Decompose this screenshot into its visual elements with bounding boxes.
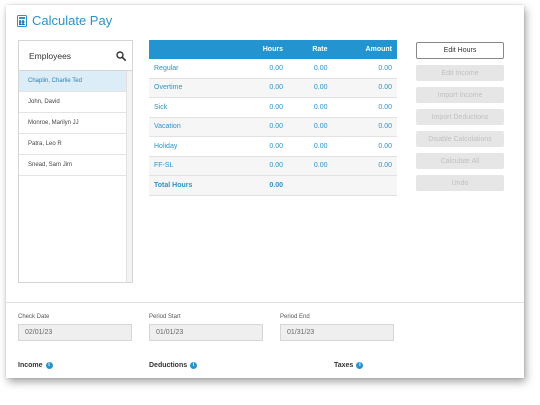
pay-table-header-row: Hours Rate Amount [149,40,397,59]
total-hours-cell: 0.00 [234,175,288,196]
rate-cell: 0.00 [287,136,333,157]
column-header-type [149,40,235,59]
hours-cell: 0.00 [234,117,288,137]
period-start-field[interactable]: 01/01/23 [149,324,263,341]
calculate-pay-window: Calculate Pay Employees Chaplin, Charlie… [6,5,524,378]
row-label: Regular [149,59,235,79]
check-date-label: Check Date [18,314,50,320]
employee-item[interactable]: Snead, Sam Jim [19,155,132,176]
taxes-title-text: Taxes [334,362,354,369]
amount-cell: 0.00 [332,156,397,176]
search-icon[interactable] [116,50,126,61]
table-row[interactable]: FF-SL 0.00 0.00 0.00 [149,156,397,176]
table-row[interactable]: Holiday 0.00 0.00 0.00 [149,136,397,157]
row-label: Vacation [149,117,235,137]
row-label: Holiday [149,136,235,157]
import-income-button[interactable]: Import Income [416,87,504,103]
rate-cell: 0.00 [287,117,333,137]
total-label: Total Hours [149,175,235,196]
calculator-icon [17,14,27,27]
info-icon[interactable]: i [190,362,198,369]
employee-list-scrollbar[interactable] [126,71,132,282]
taxes-section-title: Taxes i [334,362,364,369]
deductions-section-title: Deductions i [149,362,198,369]
employee-item[interactable]: John, David [19,92,132,113]
period-end-field[interactable]: 01/31/23 [280,324,394,341]
amount-cell: 0.00 [332,117,397,137]
hours-cell: 0.00 [234,97,288,118]
amount-cell: 0.00 [332,97,397,118]
rate-cell: 0.00 [287,97,333,118]
employee-list-panel: Employees Chaplin, Charlie Ted John, Dav… [18,40,133,283]
import-deductions-button[interactable]: Import Deductions [416,109,504,125]
hours-cell: 0.00 [234,136,288,157]
row-label: Sick [149,97,235,118]
amount-cell: 0.00 [332,59,397,79]
column-header-amount: Amount [332,40,397,59]
hours-cell: 0.00 [234,156,288,176]
info-icon[interactable]: i [356,362,364,369]
action-button-column: Edit Hours Edit Income Import Income Imp… [416,42,504,197]
hours-cell: 0.00 [234,59,288,79]
column-header-rate: Rate [287,40,333,59]
employee-list-title: Employees [29,50,72,61]
check-date-field[interactable]: 02/01/23 [18,324,132,341]
info-icon[interactable]: i [45,362,53,369]
page-title: Calculate Pay [17,13,112,28]
undo-button[interactable]: Undo [416,175,504,191]
table-row[interactable]: Sick 0.00 0.00 0.00 [149,97,397,118]
income-section-title: Income i [18,362,53,369]
disable-calculations-button[interactable]: Disable Calculations [416,131,504,147]
income-title-text: Income [18,362,43,369]
amount-cell: 0.00 [332,136,397,157]
column-header-hours: Hours [234,40,288,59]
period-end-label: Period End [280,314,310,320]
total-row: Total Hours 0.00 [149,175,397,196]
table-row[interactable]: Overtime 0.00 0.00 0.00 [149,78,397,98]
table-row[interactable]: Vacation 0.00 0.00 0.00 [149,117,397,137]
rate-cell: 0.00 [287,78,333,98]
employee-list-header: Employees [19,41,132,71]
employee-item[interactable]: Chaplin, Charlie Ted [19,71,132,92]
calculate-all-button[interactable]: Calculate All [416,153,504,169]
total-rate-cell [287,175,333,196]
section-divider [6,302,524,303]
table-row[interactable]: Regular 0.00 0.00 0.00 [149,59,397,79]
rate-cell: 0.00 [287,156,333,176]
period-start-label: Period Start [149,314,181,320]
hours-cell: 0.00 [234,78,288,98]
employee-item[interactable]: Monroe, Marilyn JJ [19,113,132,134]
rate-cell: 0.00 [287,59,333,79]
deductions-title-text: Deductions [149,362,188,369]
row-label: Overtime [149,78,235,98]
edit-hours-button[interactable]: Edit Hours [416,42,504,59]
employee-item[interactable]: Patra, Leo R [19,134,132,155]
page-title-text: Calculate Pay [32,13,113,28]
amount-cell: 0.00 [332,78,397,98]
total-amount-cell [332,175,397,196]
edit-income-button[interactable]: Edit Income [416,65,504,81]
row-label: FF-SL [149,156,235,176]
pay-table: Hours Rate Amount Regular 0.00 0.00 0.00… [149,40,397,196]
